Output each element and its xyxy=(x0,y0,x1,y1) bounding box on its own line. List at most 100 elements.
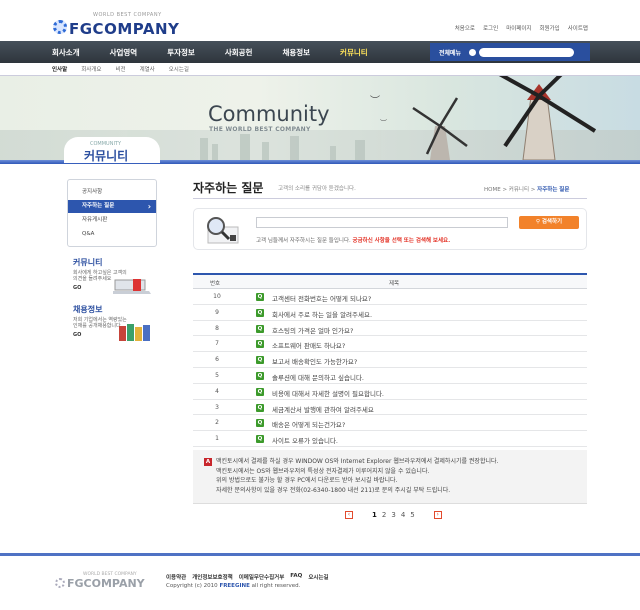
column-header-number: 번호 xyxy=(210,281,221,287)
footer-link-email-policy[interactable]: 이메일무단수집거부 xyxy=(239,573,285,581)
lnb-item-affiliates[interactable]: 계열사 xyxy=(140,65,155,73)
row-number: 1 xyxy=(215,435,219,443)
row-number: 10 xyxy=(213,293,221,300)
link-mypage[interactable]: 마이페이지 xyxy=(506,24,531,32)
page-link[interactable]: 4 xyxy=(400,511,406,519)
link-home[interactable]: 처음으로 xyxy=(455,24,475,32)
all-menu-toggle-icon[interactable] xyxy=(469,48,477,56)
footer-logo: WORLD BEST COMPANY FGCOMPANY xyxy=(55,572,145,592)
question-link[interactable]: 회사에서 주로 하는 일을 알려주세요. xyxy=(272,309,372,319)
table-row[interactable]: 4 Q 비용에 대해서 자세한 설명이 필요합니다. xyxy=(193,384,587,400)
copyright-suffix: all right reserved. xyxy=(249,583,301,589)
lnb-item-overview[interactable]: 회사개요 xyxy=(81,65,101,73)
breadcrumb-parent[interactable]: 커뮤니티 xyxy=(509,187,529,193)
logo-tagline: WORLD BEST COMPANY xyxy=(93,12,162,18)
breadcrumb-sep: > xyxy=(502,187,508,193)
table-row[interactable]: 5 Q 솔루션에 대해 문의하고 싶습니다. xyxy=(193,368,587,384)
question-mark-icon: Q xyxy=(256,435,264,444)
lnb-item-vision[interactable]: 비전 xyxy=(115,65,125,73)
question-link[interactable]: 세금계산서 발행에 관하여 알려주세요 xyxy=(272,404,374,414)
question-link[interactable]: 비용에 대해서 자세한 설명이 필요합니다. xyxy=(272,388,384,398)
all-menu-select[interactable] xyxy=(479,47,575,57)
row-number: 7 xyxy=(215,340,219,348)
utility-links: 처음으로 로그인 마이페이지 회원가입 사이트맵 xyxy=(455,24,588,32)
footer-link-location[interactable]: 오시는길 xyxy=(308,573,328,581)
gnb-item-ir[interactable]: 투자정보 xyxy=(167,47,195,58)
question-link[interactable]: 고객센터 전화번호는 어떻게 되나요? xyxy=(272,293,371,303)
question-mark-icon: Q xyxy=(256,419,264,428)
page-title: 자주하는 질문 xyxy=(193,181,264,195)
gnb-item-recruit[interactable]: 채용정보 xyxy=(282,47,310,58)
row-number: 5 xyxy=(215,371,219,379)
logo[interactable]: WORLD BEST COMPANY FGCOMPANY xyxy=(53,12,179,38)
question-link[interactable]: 보고서 배송확인도 가능한가요? xyxy=(272,356,357,366)
table-row[interactable]: 10 Q 고객센터 전화번호는 어떻게 되나요? xyxy=(193,289,587,305)
row-number: 9 xyxy=(215,308,219,316)
question-mark-icon: Q xyxy=(256,293,264,301)
answer-line: 자세한 문의사항이 있을 경우 전화(02-6340-1800 내선 211)로… xyxy=(216,486,451,494)
logo-text: FGCOMPANY xyxy=(69,20,180,38)
link-join[interactable]: 회원가입 xyxy=(540,24,560,32)
prev-page-button[interactable]: ‹ xyxy=(345,511,353,519)
footer-link-privacy[interactable]: 개인정보보호정책 xyxy=(192,573,232,581)
sidebar-item-qna[interactable]: Q&A xyxy=(68,228,156,241)
sidebar-item-faq[interactable]: 자주하는 질문 xyxy=(68,200,156,213)
answer-line: 위의 방법으로도 불가능 할 경우 PC에서 다운로드 받아 보시길 바랍니다. xyxy=(216,477,398,484)
sidebar-item-notice[interactable]: 공지사항 xyxy=(68,186,156,199)
question-link[interactable]: 사이트 오류가 있습니다. xyxy=(272,435,338,445)
search-button[interactable]: ⚲ 검색하기 xyxy=(519,216,579,229)
footer-link-terms[interactable]: 이용약관 xyxy=(166,573,186,581)
question-link[interactable]: 호스팅의 가격은 얼마 인가요? xyxy=(272,325,353,335)
breadcrumb: HOME > 커뮤니티 > 자주하는 질문 xyxy=(484,185,569,193)
page-link[interactable]: 5 xyxy=(409,511,415,519)
promo-recruit[interactable]: 채용정보 저희 기업에서는 역량있는 인재를 공개채용합니다. GO xyxy=(73,304,161,341)
page-link[interactable]: 2 xyxy=(381,511,387,519)
promo-community[interactable]: 커뮤니티 회사에게 하고싶은 고객의 의견을 들려주세요 GO xyxy=(73,257,161,294)
page-link[interactable]: 1 xyxy=(371,511,378,519)
breadcrumb-home[interactable]: HOME xyxy=(484,187,501,193)
pagination: ‹ 1 2 3 4 5 › xyxy=(345,511,442,519)
gnb-item-csr[interactable]: 사회공헌 xyxy=(225,47,253,58)
page-description: 고객의 소리를 귀담아 듣겠습니다. xyxy=(278,186,356,192)
sidebar-menu: 공지사항 자주하는 질문 자유게시판 Q&A xyxy=(67,179,157,247)
table-row[interactable]: 2 Q 배송은 어떻게 되는건가요? xyxy=(193,415,587,432)
footer-link-faq[interactable]: FAQ xyxy=(290,573,302,581)
link-login[interactable]: 로그인 xyxy=(483,24,498,32)
search-input[interactable] xyxy=(256,217,508,228)
question-link[interactable]: 솔루션에 대해 문의하고 싶습니다. xyxy=(272,372,364,382)
question-mark-icon: Q xyxy=(256,387,264,396)
table-row[interactable]: 9 Q 회사에서 주로 하는 일을 알려주세요. xyxy=(193,305,587,321)
question-mark-icon: Q xyxy=(256,340,264,349)
books-image xyxy=(119,324,150,341)
table-row[interactable]: 7 Q 소프트웨어 판매도 하나요? xyxy=(193,336,587,353)
question-link[interactable]: 배송은 어떻게 되는건가요? xyxy=(272,419,345,429)
all-menu-bar: 전체메뉴 xyxy=(430,43,590,61)
lnb-item-greeting[interactable]: 인사말 xyxy=(52,65,67,73)
promo-title: 채용정보 xyxy=(73,305,103,314)
bird-icon: ︶ xyxy=(380,119,387,127)
footer-links: 이용약관 개인정보보호정책 이메일무단수집거부 FAQ 오시는길 xyxy=(166,573,329,581)
gnb-item-business[interactable]: 사업영역 xyxy=(110,47,138,58)
link-sitemap[interactable]: 사이트맵 xyxy=(568,24,588,32)
question-mark-icon: Q xyxy=(256,308,264,317)
gnb-item-company[interactable]: 회사소개 xyxy=(52,47,80,58)
global-nav: 회사소개 사업영역 투자정보 사회공헌 채용정보 커뮤니티 전체메뉴 xyxy=(0,41,640,63)
hero-subtitle: THE WORLD BEST COMPANY xyxy=(209,126,311,133)
question-link[interactable]: 소프트웨어 판매도 하나요? xyxy=(272,340,345,350)
question-mark-icon: Q xyxy=(256,371,264,380)
question-mark-icon: Q xyxy=(256,403,264,412)
lnb-item-location[interactable]: 오시는길 xyxy=(169,65,189,73)
row-number: 6 xyxy=(215,356,219,364)
next-page-button[interactable]: › xyxy=(433,511,442,519)
table-body: 10 Q 고객센터 전화번호는 어떻게 되나요? 9 Q 회사에서 주로 하는 일을 알려… xyxy=(193,289,587,447)
table-row[interactable]: 3 Q 세금계산서 발행에 관하여 알려주세요 xyxy=(193,400,587,416)
promo-title: 커뮤니티 xyxy=(73,258,103,267)
section-title-ko: 커뮤니티 xyxy=(84,149,129,163)
table-row[interactable]: 1 Q 사이트 오류가 있습니다. xyxy=(193,431,587,447)
breadcrumb-sep: > xyxy=(530,187,536,193)
table-row[interactable]: 8 Q 호스팅의 가격은 얼마 인가요? xyxy=(193,321,587,337)
gnb-item-community[interactable]: 커뮤니티 xyxy=(340,47,368,58)
table-row[interactable]: 6 Q 보고서 배송확인도 가능한가요? xyxy=(193,352,587,368)
sidebar-item-freeboard[interactable]: 자유게시판 xyxy=(68,214,156,227)
page-link[interactable]: 3 xyxy=(390,511,396,519)
